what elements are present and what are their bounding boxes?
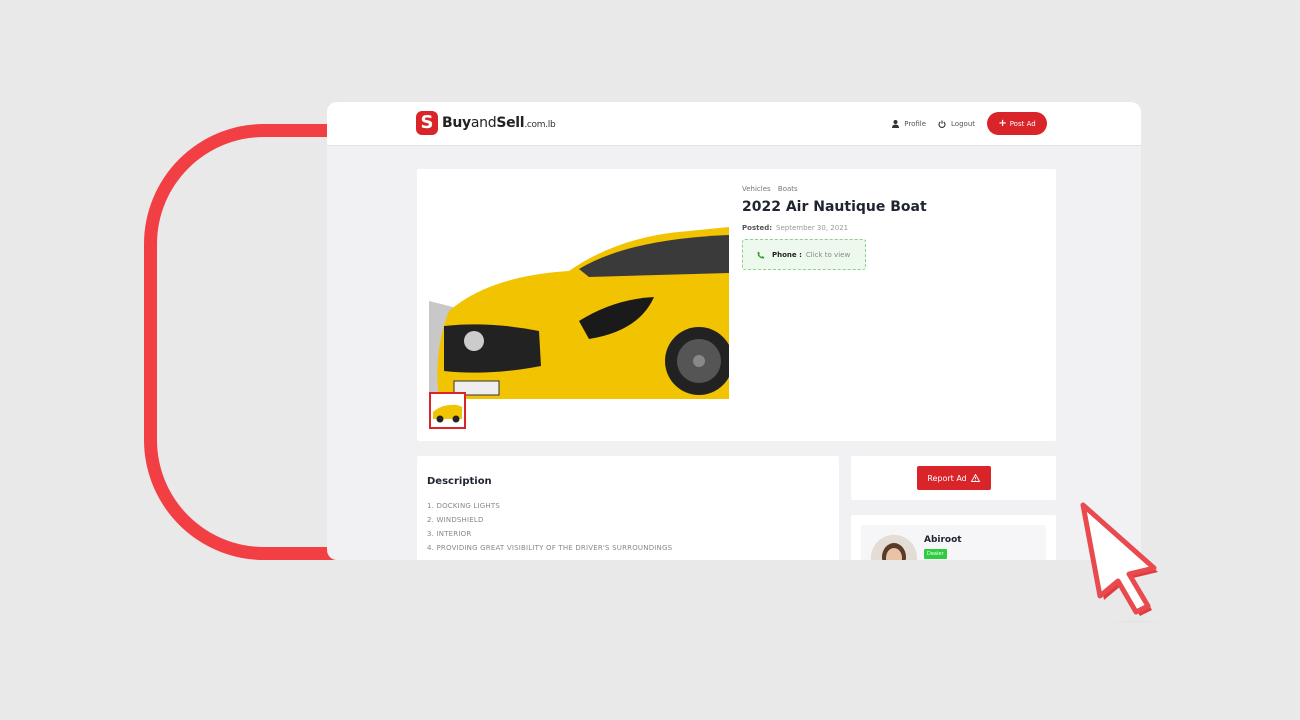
list-item: 2. WINDSHIELD [427, 516, 484, 524]
description-heading: Description [427, 476, 492, 487]
logo-mark-icon: S [416, 111, 438, 135]
plus-icon: + [998, 118, 1007, 129]
phone-reveal-button[interactable]: Phone : Click to view [742, 239, 866, 270]
posted-label: Posted: [742, 224, 773, 232]
list-item: 3. INTERIOR [427, 530, 472, 538]
dealer-badge: Dealer [924, 549, 947, 559]
warning-icon [970, 474, 980, 482]
phone-value: Click to view [805, 250, 851, 259]
nav-profile[interactable]: Profile [892, 113, 926, 135]
seller-card: Abiroot Dealer [851, 515, 1056, 560]
breadcrumb-boats[interactable]: Boats [778, 185, 798, 193]
site-header: S BuyandSell.com.lb Profile Logout + Pos… [327, 102, 1141, 146]
nav-logout-label: Logout [951, 119, 975, 128]
breadcrumb: Vehicles Boats [742, 185, 798, 193]
list-item: 4. PROVIDING GREAT VISIBILITY OF THE DRI… [427, 544, 673, 552]
browser-window: S BuyandSell.com.lb Profile Logout + Pos… [327, 102, 1141, 560]
logo-text: BuyandSell.com.lb [442, 115, 556, 131]
listing-title: 2022 Air Nautique Boat [742, 199, 927, 215]
phone-icon [757, 251, 765, 259]
nav-logout[interactable]: Logout [938, 113, 975, 135]
report-ad-label: Report Ad [927, 473, 967, 483]
header-nav: Profile Logout + Post Ad [892, 112, 1047, 135]
site-logo[interactable]: S BuyandSell.com.lb [416, 111, 556, 135]
report-card: Report Ad [851, 456, 1056, 500]
avatar [871, 535, 917, 560]
posted-value: September 30, 2021 [776, 224, 849, 232]
description-list: 1. DOCKING LIGHTS 2. WINDSHIELD 3. INTER… [427, 499, 829, 555]
list-item: 1. DOCKING LIGHTS [427, 502, 501, 510]
post-ad-button[interactable]: + Post Ad [987, 112, 1047, 135]
description-card: Description 1. DOCKING LIGHTS 2. WINDSHI… [417, 456, 839, 560]
report-ad-button[interactable]: Report Ad [916, 466, 991, 490]
seller-name: Abiroot [924, 535, 962, 545]
seller-info[interactable]: Abiroot Dealer [861, 525, 1046, 560]
listing-main-image[interactable] [429, 181, 729, 399]
nav-profile-label: Profile [904, 119, 927, 128]
post-ad-label: Post Ad [1009, 119, 1036, 128]
phone-label: Phone : [772, 250, 802, 259]
breadcrumb-vehicles[interactable]: Vehicles [742, 185, 771, 193]
listing-thumbnail[interactable] [429, 392, 466, 429]
listing-card: Vehicles Boats 2022 Air Nautique Boat Po… [417, 169, 1056, 441]
user-icon [892, 119, 900, 128]
posted-date: Posted: September 30, 2021 [742, 224, 848, 232]
cursor-arrow-icon [1080, 502, 1164, 623]
power-icon [938, 120, 946, 128]
